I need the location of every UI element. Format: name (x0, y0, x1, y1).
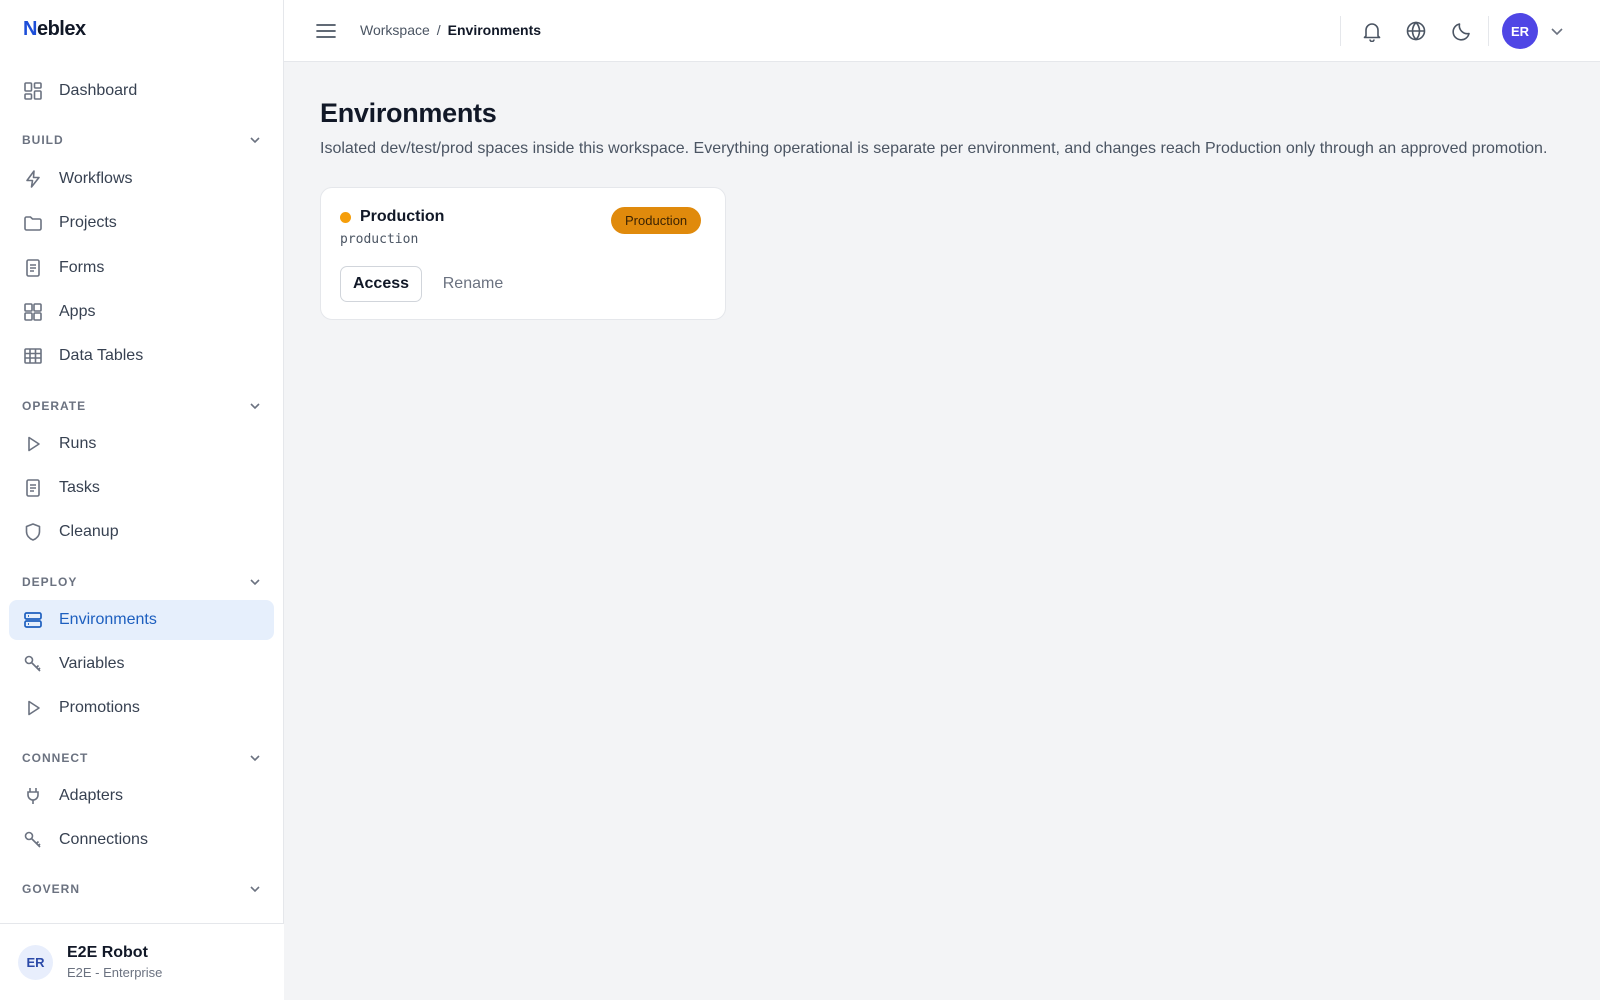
sidebar: Neblex Dashboard BUILD Workflows Project… (0, 0, 284, 1000)
user-name: E2E Robot (67, 944, 148, 961)
apps-grid-icon (23, 302, 43, 322)
moon-icon[interactable] (1450, 19, 1474, 43)
top-bar: Workspace / Environments ER (284, 0, 1600, 62)
chevron-down-icon (248, 882, 262, 896)
sidebar-nav: Dashboard BUILD Workflows Projects Forms… (0, 68, 284, 923)
page-title: Environments (320, 98, 497, 128)
shield-icon (23, 522, 43, 542)
sidebar-item-label: Workflows (59, 170, 133, 187)
user-org: E2E - Enterprise (67, 965, 163, 980)
chevron-down-icon (248, 751, 262, 765)
avatar: ER (18, 944, 53, 980)
sidebar-item-dashboard[interactable]: Dashboard (9, 71, 274, 111)
sidebar-item-connections[interactable]: Connections (9, 820, 274, 860)
key-icon (23, 654, 43, 674)
sidebar-item-forms[interactable]: Forms (9, 248, 274, 288)
sidebar-item-adapters[interactable]: Adapters (9, 776, 274, 816)
breadcrumb-separator: / (436, 22, 441, 38)
brand-logo[interactable]: Neblex (23, 18, 86, 41)
rename-button[interactable]: Rename (435, 266, 511, 302)
logo-text: eblex (36, 18, 86, 40)
chevron-down-icon (248, 399, 262, 413)
sidebar-item-label: Dashboard (59, 82, 138, 99)
key-icon (23, 830, 43, 850)
play-icon (23, 698, 43, 718)
section-label: GOVERN (22, 882, 81, 896)
section-build[interactable]: BUILD (22, 130, 262, 150)
sidebar-item-label: Runs (59, 435, 97, 452)
sidebar-item-label: Cleanup (59, 523, 119, 540)
sidebar-item-label: Projects (59, 214, 117, 231)
chevron-down-icon (248, 133, 262, 147)
document-icon (23, 478, 43, 498)
chevron-down-icon[interactable] (1548, 22, 1566, 40)
sidebar-item-label: Promotions (59, 699, 140, 716)
menu-icon[interactable] (315, 20, 337, 42)
breadcrumb-current: Environments (447, 22, 542, 38)
sidebar-item-promotions[interactable]: Promotions (9, 688, 274, 728)
sidebar-item-label: Environments (59, 611, 157, 628)
sidebar-item-label: Variables (59, 655, 125, 672)
sidebar-item-environments[interactable]: Environments (9, 600, 274, 640)
globe-icon[interactable] (1404, 19, 1428, 43)
sidebar-item-label: Data Tables (59, 347, 144, 364)
avatar[interactable]: ER (1502, 13, 1538, 49)
sidebar-item-data-tables[interactable]: Data Tables (9, 336, 274, 376)
divider (1488, 16, 1489, 46)
folder-icon (23, 213, 43, 233)
sidebar-item-tasks[interactable]: Tasks (9, 468, 274, 508)
section-deploy[interactable]: DEPLOY (22, 572, 262, 592)
sidebar-item-workflows[interactable]: Workflows (9, 159, 274, 199)
access-button[interactable]: Access (340, 266, 422, 302)
user-profile[interactable]: ER E2E Robot E2E - Enterprise (0, 923, 284, 1000)
user-info: E2E Robot E2E - Enterprise (67, 944, 162, 980)
section-label: DEPLOY (22, 575, 78, 589)
page-description: Isolated dev/test/prod spaces inside thi… (320, 140, 1548, 157)
environment-slug: production (340, 232, 419, 247)
sidebar-item-projects[interactable]: Projects (9, 203, 274, 243)
sidebar-item-runs[interactable]: Runs (9, 424, 274, 464)
section-operate[interactable]: OPERATE (22, 396, 262, 416)
server-icon (23, 610, 43, 630)
sidebar-item-label: Apps (59, 303, 96, 320)
chevron-down-icon (248, 575, 262, 589)
status-badge: Production (611, 207, 702, 234)
divider (1340, 16, 1341, 46)
breadcrumb: Workspace / Environments (360, 22, 541, 38)
play-icon (23, 434, 43, 454)
sidebar-item-label: Tasks (59, 479, 100, 496)
logo-letter: N (23, 18, 37, 40)
lightning-icon (23, 169, 43, 189)
dashboard-icon (23, 81, 43, 101)
sidebar-item-cleanup[interactable]: Cleanup (9, 512, 274, 552)
section-govern[interactable]: GOVERN (22, 879, 262, 899)
section-label: BUILD (22, 133, 64, 147)
environment-card: Production production Production Access … (320, 187, 726, 320)
sidebar-item-label: Forms (59, 259, 105, 276)
sidebar-item-label: Connections (59, 831, 148, 848)
plug-icon (23, 786, 43, 806)
environment-name: Production (360, 208, 445, 225)
section-label: CONNECT (22, 751, 89, 765)
table-icon (23, 346, 43, 366)
sidebar-item-label: Adapters (59, 787, 124, 804)
bell-icon[interactable] (1360, 19, 1384, 43)
sidebar-item-apps[interactable]: Apps (9, 292, 274, 332)
sidebar-item-variables[interactable]: Variables (9, 644, 274, 684)
document-icon (23, 258, 43, 278)
section-label: OPERATE (22, 399, 87, 413)
breadcrumb-workspace[interactable]: Workspace (360, 22, 430, 38)
status-dot (340, 212, 351, 223)
section-connect[interactable]: CONNECT (22, 748, 262, 768)
